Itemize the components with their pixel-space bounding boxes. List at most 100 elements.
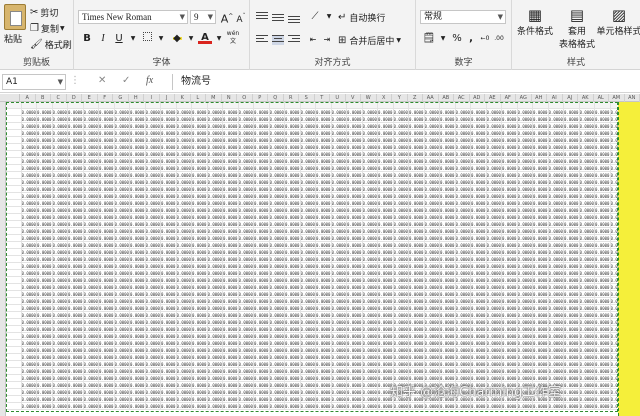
cell[interactable]: 0.0000 [533,207,549,214]
cell[interactable]: 0.0000 [238,137,254,144]
cell[interactable]: 0.0000 [207,403,223,410]
cell[interactable]: 0.0000 [362,116,378,123]
cell[interactable]: 0.0000 [176,270,192,277]
cell[interactable]: 0.0000 [393,368,409,375]
cell[interactable]: 0.0000 [564,270,580,277]
cell[interactable]: 0.0000 [331,375,347,382]
cell[interactable]: 0.0000 [393,123,409,130]
cell[interactable]: 0.0000 [285,256,301,263]
cell[interactable]: 0.0000 [83,263,99,270]
cell[interactable]: 0.0000 [68,123,84,130]
cell[interactable]: 0.0000 [37,116,53,123]
cell[interactable]: 0.0000 [424,158,440,165]
cell[interactable]: 0.0000 [502,158,518,165]
cell[interactable]: 0.0000 [579,333,595,340]
cell[interactable]: 0.0000 [238,109,254,116]
cell[interactable]: 0.0000 [486,263,502,270]
cell[interactable]: 0.0000 [347,228,363,235]
cell[interactable]: 0.0000 [21,123,37,130]
cell[interactable]: 0.0000 [409,151,425,158]
cell[interactable]: 0.0000 [145,186,161,193]
cell[interactable]: 0.0000 [269,228,285,235]
cell[interactable]: 0.0000 [409,326,425,333]
cell[interactable]: 0.0000 [254,375,270,382]
cell[interactable]: 0.0000 [548,172,564,179]
cell[interactable]: 0.0000 [486,158,502,165]
cell[interactable]: 0.0000 [114,340,130,347]
cell[interactable]: 0.0000 [440,270,456,277]
cell[interactable]: 0.0000 [192,270,208,277]
cell[interactable]: 0.0000 [378,200,394,207]
cell[interactable]: 0.0000 [486,137,502,144]
orientation-button[interactable]: ⟋ [308,10,322,24]
cell[interactable]: 0.0000 [486,172,502,179]
cell[interactable]: 0.0000 [52,207,68,214]
cell[interactable]: 0.0000 [207,193,223,200]
cell[interactable]: 0.0000 [471,333,487,340]
cell[interactable]: 0.0000 [455,277,471,284]
cell[interactable]: 0.0000 [300,340,316,347]
cell[interactable]: 0.0000 [347,368,363,375]
cell[interactable]: 0.0000 [579,263,595,270]
cell[interactable]: 0.0000 [533,137,549,144]
cell[interactable]: 0.0000 [254,333,270,340]
cell[interactable]: 0.0000 [99,200,115,207]
cell[interactable]: 0.0000 [595,172,611,179]
chevron-down-icon[interactable]: ▼ [436,32,450,46]
cell[interactable]: 0.0000 [223,340,239,347]
cell[interactable]: 0.0000 [455,340,471,347]
cell[interactable]: 0.0000 [378,214,394,221]
cell[interactable]: 0.0000 [285,396,301,403]
cell[interactable]: 0.0000 [471,368,487,375]
column-header[interactable]: AF [501,94,516,102]
cell[interactable]: 0.0000 [161,193,177,200]
cell[interactable]: 0.0000 [331,200,347,207]
cell[interactable]: 0.0000 [471,298,487,305]
cell[interactable]: 0.0000 [223,193,239,200]
cell[interactable]: 0.0000 [192,284,208,291]
cell[interactable]: 0.0000 [409,249,425,256]
cell[interactable]: 0.0000 [424,207,440,214]
cell[interactable]: 0.0000 [564,137,580,144]
cell[interactable]: 0.0000 [68,361,84,368]
cell[interactable]: 0.0000 [21,340,37,347]
cell[interactable]: 0.0000 [207,389,223,396]
cell[interactable]: 0.0000 [83,221,99,228]
cell[interactable]: 0.0000 [362,123,378,130]
cell[interactable]: 0.0000 [37,270,53,277]
cell[interactable]: 0.0000 [579,186,595,193]
cell[interactable]: 0.0000 [99,333,115,340]
cell[interactable] [6,144,22,151]
column-header[interactable]: Q [268,94,284,102]
cell[interactable]: 0.0000 [145,144,161,151]
cell[interactable]: 0.0000 [269,291,285,298]
cell[interactable]: 0.0000 [362,291,378,298]
cell[interactable]: 0.0000 [595,263,611,270]
cell[interactable]: 0.0000 [68,298,84,305]
cell[interactable]: 0.0000 [238,270,254,277]
cell[interactable]: 0.0000 [145,403,161,410]
cell[interactable]: 0.0000 [130,396,146,403]
cell[interactable]: 0.0000 [300,375,316,382]
cell[interactable]: 0.0000 [424,214,440,221]
cell[interactable]: 0.0000 [145,361,161,368]
cell[interactable]: 0.0000 [424,172,440,179]
cell[interactable]: 0.0000 [68,347,84,354]
cell[interactable]: 0.0000 [362,326,378,333]
cell[interactable]: 0.0000 [595,193,611,200]
cell[interactable]: 0.0000 [285,382,301,389]
cell[interactable]: 0.0000 [130,375,146,382]
cell[interactable]: 0.0000 [83,277,99,284]
cell[interactable]: 0.0000 [21,165,37,172]
cell[interactable]: 0.0000 [37,242,53,249]
cell[interactable]: 0.0000 [564,116,580,123]
cell[interactable]: 0.0000 [502,284,518,291]
cell[interactable]: 0.0000 [424,333,440,340]
cell[interactable] [114,102,130,109]
cell[interactable]: 0.0000 [378,123,394,130]
cell[interactable]: 0.0000 [83,172,99,179]
cell[interactable]: 0.0000 [440,123,456,130]
cell[interactable] [6,235,22,242]
cell[interactable]: 0.0000 [362,368,378,375]
cell[interactable]: 0.0000 [238,228,254,235]
